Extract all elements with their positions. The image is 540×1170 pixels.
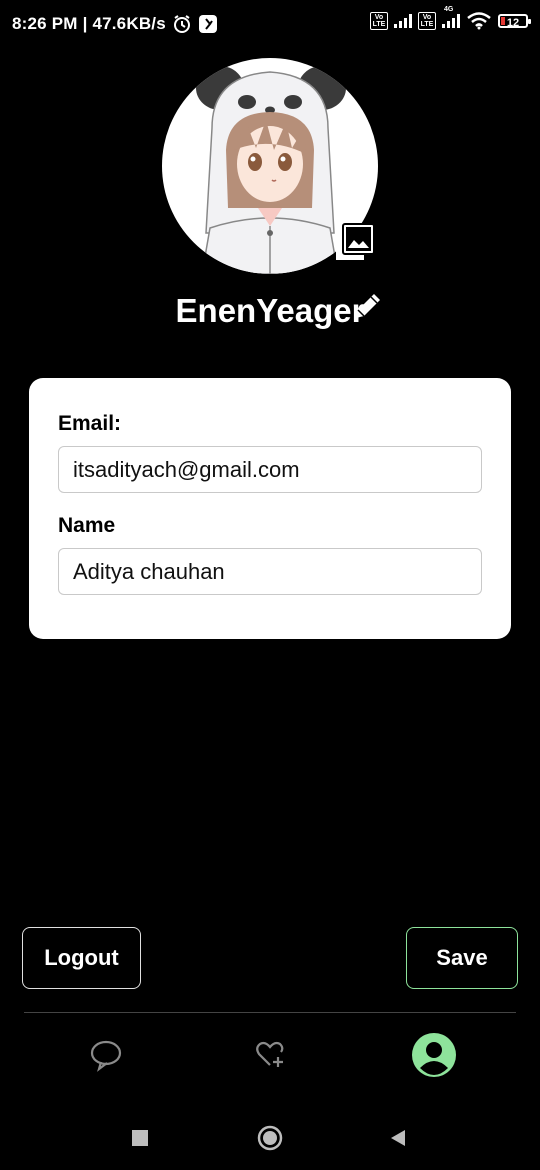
signal-icon-1: [394, 14, 412, 28]
home-circle-icon: [257, 1125, 283, 1151]
network-type-label: 4G: [444, 6, 454, 13]
save-button[interactable]: Save: [406, 927, 518, 989]
status-left: 8:26 PM | 47.6KB/s: [12, 14, 218, 34]
status-right: Vo LTE Vo LTE 4G 12: [370, 6, 531, 30]
profile-icon: [412, 1033, 456, 1077]
wifi-icon: [467, 12, 491, 30]
heart-plus-icon: [256, 1041, 284, 1067]
logout-button[interactable]: Logout: [22, 927, 141, 989]
home-button[interactable]: [250, 1118, 290, 1158]
volte-badge-2: Vo LTE: [418, 12, 436, 30]
name-label: Name: [58, 514, 116, 537]
battery-level: 12: [506, 17, 520, 29]
divider: [24, 1012, 516, 1013]
name-field[interactable]: Aditya chauhan: [58, 548, 482, 595]
app-notification-icon: [198, 15, 217, 33]
email-label: Email:: [58, 412, 122, 435]
status-time-speed: 8:26 PM | 47.6KB/s: [12, 14, 166, 33]
edit-username-icon[interactable]: [352, 290, 384, 322]
alarm-icon: [173, 15, 190, 33]
username: EnenYeager: [175, 292, 365, 329]
signal-4g-group: 4G: [442, 6, 460, 28]
username-row: EnenYeager: [0, 292, 540, 330]
battery-icon: 12: [498, 14, 531, 29]
tab-chats[interactable]: [81, 1030, 131, 1080]
recent-apps-button[interactable]: [120, 1118, 160, 1158]
volte-badge-1: Vo LTE: [370, 12, 388, 30]
email-field[interactable]: itsadityach@gmail.com: [58, 446, 482, 493]
profile-form-card: Email: itsadityach@gmail.com Name Aditya…: [29, 378, 511, 639]
back-button[interactable]: [378, 1118, 418, 1158]
chat-icon: [90, 1040, 122, 1072]
back-triangle-icon: [391, 1130, 405, 1146]
tab-favorites[interactable]: [245, 1030, 295, 1080]
change-photo-icon[interactable]: [334, 222, 376, 264]
square-icon: [132, 1130, 148, 1146]
tab-profile[interactable]: [409, 1030, 459, 1080]
status-bar: 8:26 PM | 47.6KB/s Vo LTE Vo LTE 4G 12: [0, 0, 540, 50]
signal-icon-2: [442, 14, 460, 28]
